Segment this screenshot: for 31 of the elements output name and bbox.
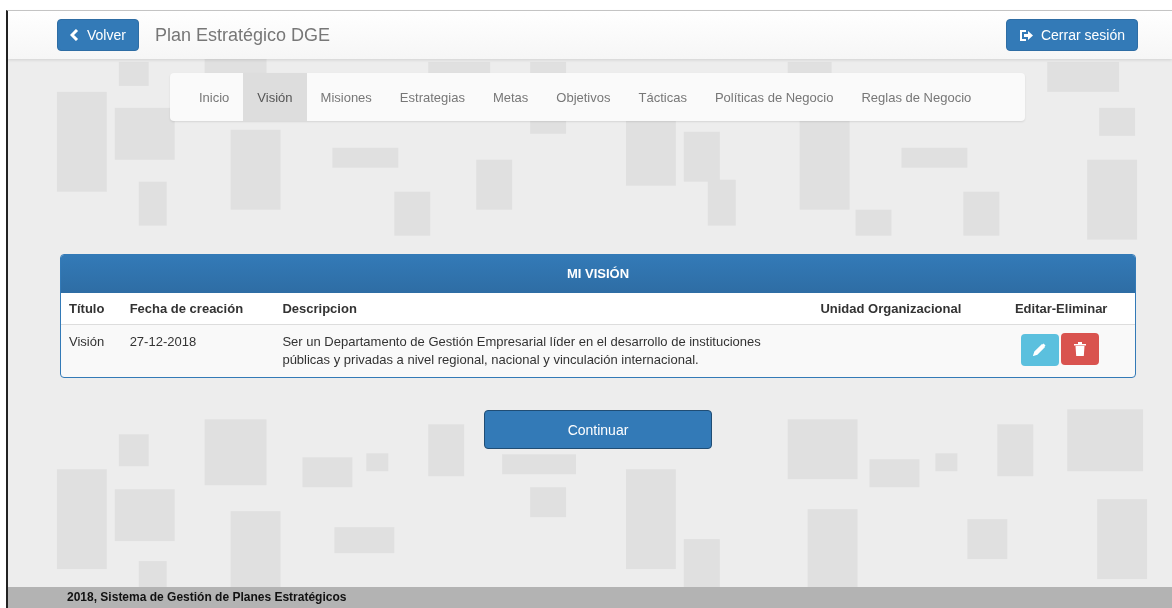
nav-tab[interactable]: Estrategias	[385, 73, 479, 121]
continue-button[interactable]: Continuar	[484, 410, 712, 449]
column-header: Descripcion	[274, 293, 813, 325]
column-header: Título	[61, 293, 122, 325]
nav-tab[interactable]: Tácticas	[624, 73, 701, 121]
table-cell: Ser un Departamento de Gestión Empresarial líder en el desarrollo de instituciones públicas y privadas a nivel regional, nacional y vinculación internacional.	[274, 324, 813, 377]
nav-tab[interactable]: Inicio	[185, 73, 244, 121]
pencil-icon	[1033, 343, 1047, 356]
nav-tab[interactable]: Misiones	[306, 73, 386, 121]
nav-tab[interactable]: Reglas de Negocio	[847, 73, 986, 121]
nav-tab[interactable]: Políticas de Negocio	[700, 73, 848, 121]
column-header: Fecha de creación	[121, 293, 275, 325]
delete-button[interactable]	[1060, 333, 1099, 365]
column-header: Unidad Organizacional	[812, 293, 1007, 325]
back-button[interactable]: Volver	[57, 19, 139, 51]
nav-tab[interactable]: Metas	[478, 73, 543, 121]
panel-title: MI VISIÓN	[61, 255, 1135, 293]
logout-button[interactable]: Cerrar sesión	[1005, 19, 1138, 51]
trash-icon	[1073, 342, 1086, 356]
column-header: Editar-Eliminar	[1006, 293, 1135, 325]
table-cell: 27-12-2018	[121, 324, 275, 377]
background-tile	[114, 107, 175, 160]
chevron-left-icon	[70, 29, 79, 41]
footer-text: 2018, Sistema de Gestión de Planes Estratégicos	[8, 587, 1172, 608]
edit-button[interactable]	[1020, 333, 1059, 366]
page-title: Plan Estratégico DGE	[154, 24, 330, 46]
nav-tab[interactable]: Objetivos	[542, 73, 625, 121]
background-tile	[683, 539, 720, 590]
logout-icon	[1018, 28, 1033, 42]
table-cell: Visión	[61, 324, 122, 377]
nav-tab[interactable]: Visión	[243, 73, 307, 121]
